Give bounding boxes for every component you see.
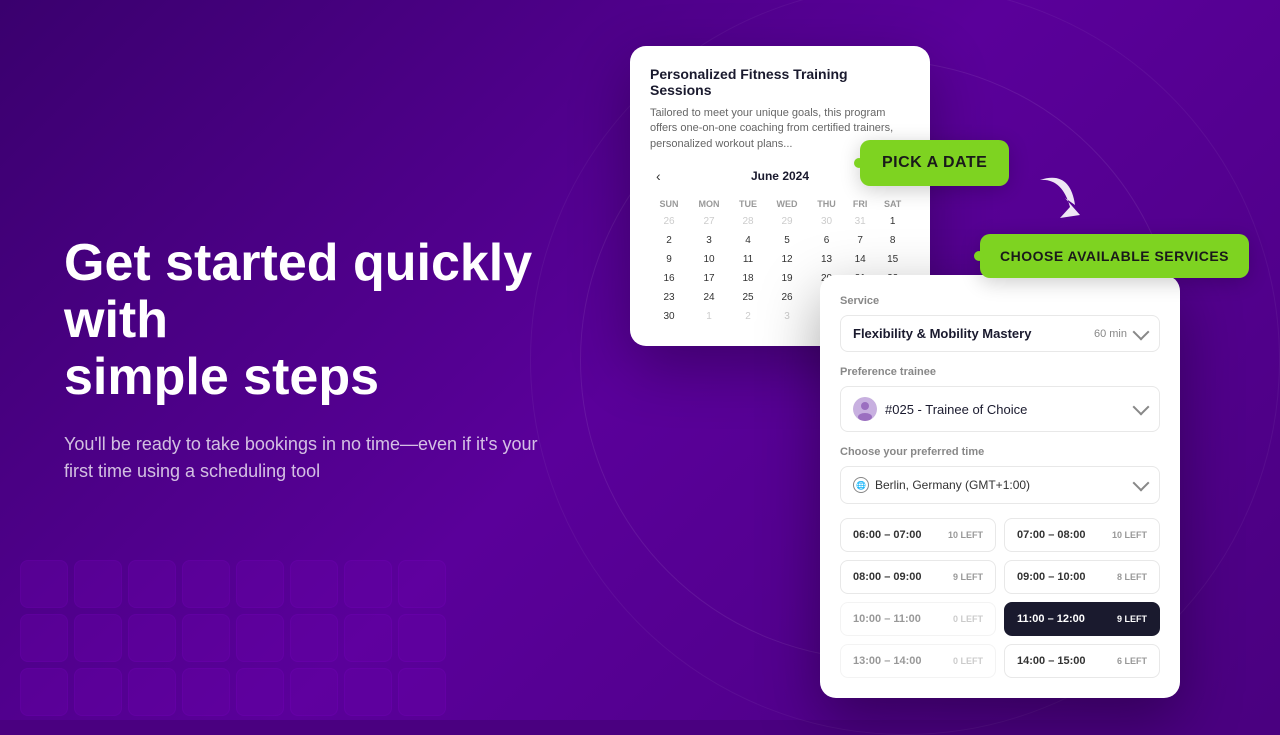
- time-slot[interactable]: 10:00 – 11:00 0 LEFT: [840, 602, 996, 636]
- calendar-day[interactable]: 30: [808, 212, 845, 231]
- timezone-select[interactable]: 🌐 Berlin, Germany (GMT+1:00): [840, 466, 1160, 504]
- timezone-chevron-icon: [1133, 475, 1150, 492]
- slots-left: 0 LEFT: [953, 614, 983, 624]
- keyboard-decoration: [0, 540, 420, 720]
- calendar-day[interactable]: 14: [845, 250, 875, 269]
- slots-left: 6 LEFT: [1117, 656, 1147, 666]
- calendar-day[interactable]: 1: [875, 212, 910, 231]
- slots-left: 9 LEFT: [1117, 614, 1147, 624]
- trainee-section-label: Preference trainee: [840, 366, 1160, 378]
- timezone-left: 🌐 Berlin, Germany (GMT+1:00): [853, 477, 1030, 493]
- calendar-day[interactable]: 19: [766, 269, 808, 288]
- time-slots-grid: 06:00 – 07:00 10 LEFT 07:00 – 08:00 10 LEFT…: [840, 518, 1160, 678]
- calendar-day[interactable]: 30: [650, 307, 688, 326]
- calendar-day[interactable]: 3: [766, 307, 808, 326]
- calendar-day[interactable]: 1: [688, 307, 730, 326]
- calendar-day[interactable]: 28: [730, 212, 766, 231]
- time-slot[interactable]: 06:00 – 07:00 10 LEFT: [840, 518, 996, 552]
- cal-header-sun: SUN: [650, 196, 688, 212]
- trainee-select[interactable]: #025 - Trainee of Choice: [840, 386, 1160, 432]
- calendar-day[interactable]: 23: [650, 288, 688, 307]
- sub-text: You'll be ready to take bookings in no t…: [64, 431, 544, 485]
- time-slot[interactable]: 11:00 – 12:00 9 LEFT: [1004, 602, 1160, 636]
- trainee-left: #025 - Trainee of Choice: [853, 397, 1027, 421]
- trainee-name: #025 - Trainee of Choice: [885, 402, 1027, 417]
- slots-left: 10 LEFT: [1112, 530, 1147, 540]
- pick-date-label: PICK A DATE: [882, 154, 987, 171]
- calendar-month-year: June 2024: [751, 169, 809, 183]
- calendar-day[interactable]: 4: [730, 231, 766, 250]
- choose-services-badge: CHOOSE AVAILABLE SERVICES: [980, 234, 1249, 278]
- cal-header-sat: SAT: [875, 196, 910, 212]
- service-chevron-icon: [1133, 323, 1150, 340]
- service-section-label: Service: [840, 295, 1160, 307]
- time-range: 09:00 – 10:00: [1017, 571, 1086, 583]
- calendar-day[interactable]: 17: [688, 269, 730, 288]
- cal-header-thu: THU: [808, 196, 845, 212]
- cal-header-tue: TUE: [730, 196, 766, 212]
- calendar-day[interactable]: 16: [650, 269, 688, 288]
- time-range: 13:00 – 14:00: [853, 655, 922, 667]
- time-slot[interactable]: 08:00 – 09:00 9 LEFT: [840, 560, 996, 594]
- cal-header-fri: FRI: [845, 196, 875, 212]
- time-range: 07:00 – 08:00: [1017, 529, 1086, 541]
- calendar-day[interactable]: 18: [730, 269, 766, 288]
- calendar-day[interactable]: 27: [688, 212, 730, 231]
- service-name: Flexibility & Mobility Mastery: [853, 326, 1031, 341]
- calendar-day[interactable]: 12: [766, 250, 808, 269]
- calendar-day[interactable]: 2: [650, 231, 688, 250]
- calendar-day[interactable]: 25: [730, 288, 766, 307]
- time-range: 06:00 – 07:00: [853, 529, 922, 541]
- slots-left: 8 LEFT: [1117, 572, 1147, 582]
- slots-left: 10 LEFT: [948, 530, 983, 540]
- arrow-decoration: [1020, 160, 1100, 240]
- calendar-day[interactable]: 3: [688, 231, 730, 250]
- trainee-chevron-icon: [1133, 399, 1150, 416]
- calendar-day[interactable]: 8: [875, 231, 910, 250]
- calendar-day[interactable]: 5: [766, 231, 808, 250]
- cal-header-wed: WED: [766, 196, 808, 212]
- calendar-day[interactable]: 26: [650, 212, 688, 231]
- calendar-day[interactable]: 7: [845, 231, 875, 250]
- service-duration: 60 min: [1094, 328, 1147, 340]
- calendar-day[interactable]: 26: [766, 288, 808, 307]
- cal-header-mon: MON: [688, 196, 730, 212]
- calendar-day[interactable]: 15: [875, 250, 910, 269]
- time-range: 10:00 – 11:00: [853, 613, 921, 625]
- choose-services-label: CHOOSE AVAILABLE SERVICES: [1000, 248, 1229, 264]
- calendar-day[interactable]: 6: [808, 231, 845, 250]
- time-slot[interactable]: 09:00 – 10:00 8 LEFT: [1004, 560, 1160, 594]
- calendar-day[interactable]: 10: [688, 250, 730, 269]
- time-range: 14:00 – 15:00: [1017, 655, 1086, 667]
- calendar-day[interactable]: 11: [730, 250, 766, 269]
- card-title: Personalized Fitness Training Sessions: [650, 66, 910, 98]
- calendar-day[interactable]: 2: [730, 307, 766, 326]
- calendar-day[interactable]: 13: [808, 250, 845, 269]
- service-select[interactable]: Flexibility & Mobility Mastery 60 min: [840, 315, 1160, 352]
- calendar-day[interactable]: 29: [766, 212, 808, 231]
- time-section-label: Choose your preferred time: [840, 446, 1160, 458]
- calendar-day[interactable]: 31: [845, 212, 875, 231]
- slots-left: 9 LEFT: [953, 572, 983, 582]
- time-range: 08:00 – 09:00: [853, 571, 922, 583]
- time-slot[interactable]: 14:00 – 15:00 6 LEFT: [1004, 644, 1160, 678]
- time-slot[interactable]: 13:00 – 14:00 0 LEFT: [840, 644, 996, 678]
- main-heading: Get started quickly with simple steps: [64, 235, 584, 407]
- booking-panel: Service Flexibility & Mobility Mastery 6…: [820, 275, 1180, 698]
- calendar-day[interactable]: 24: [688, 288, 730, 307]
- hero-content: Get started quickly with simple steps Yo…: [64, 235, 584, 485]
- calendar-prev-button[interactable]: ‹: [650, 166, 667, 186]
- time-range: 11:00 – 12:00: [1017, 613, 1085, 625]
- globe-icon: 🌐: [853, 477, 869, 493]
- trainee-avatar: [853, 397, 877, 421]
- timezone-text: Berlin, Germany (GMT+1:00): [875, 478, 1030, 492]
- slots-left: 0 LEFT: [953, 656, 983, 666]
- pick-date-badge: PICK A DATE: [860, 140, 1009, 186]
- calendar-day[interactable]: 9: [650, 250, 688, 269]
- time-slot[interactable]: 07:00 – 08:00 10 LEFT: [1004, 518, 1160, 552]
